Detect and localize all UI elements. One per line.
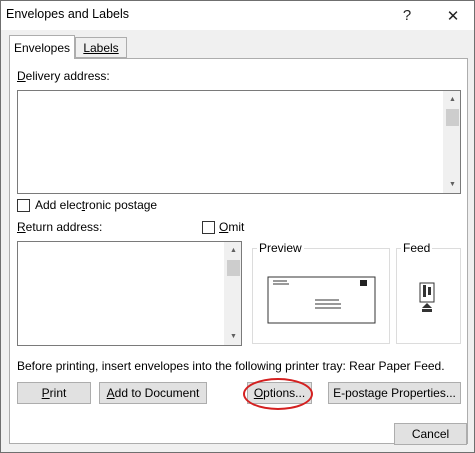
- e-postage-properties-label: E-postage Properties...: [333, 386, 456, 400]
- highlight-ring: [243, 378, 313, 410]
- envelopes-tab-panel: Delivery address: ▲ ▼ Add electronic pos…: [9, 58, 468, 444]
- print-button-label: Print: [41, 386, 67, 400]
- add-to-document-label: Add to Document: [106, 386, 200, 400]
- envelope-preview-icon[interactable]: [267, 276, 377, 326]
- add-electronic-postage-label: Add electronic postage: [35, 198, 158, 212]
- scroll-down-icon[interactable]: ▼: [444, 176, 461, 193]
- help-button[interactable]: ?: [387, 1, 427, 30]
- title-bar: Envelopes and Labels ? ✕: [1, 1, 474, 30]
- feed-group[interactable]: Feed: [396, 241, 461, 344]
- cancel-button[interactable]: Cancel: [394, 423, 467, 445]
- add-to-document-button[interactable]: Add to Document: [99, 382, 207, 404]
- envelopes-and-labels-dialog: Envelopes and Labels ? ✕ Envelopes Label…: [0, 0, 475, 453]
- cancel-button-label: Cancel: [411, 427, 450, 441]
- printer-tray-info: Before printing, insert envelopes into t…: [17, 359, 445, 373]
- scroll-up-icon[interactable]: ▲: [225, 242, 242, 259]
- tab-envelopes[interactable]: Envelopes: [9, 35, 75, 59]
- feed-title: Feed: [401, 241, 433, 255]
- delivery-address-label: Delivery address:: [17, 69, 110, 83]
- add-electronic-postage-checkbox[interactable]: [17, 199, 30, 212]
- help-icon: ?: [402, 7, 412, 24]
- close-button[interactable]: ✕: [433, 1, 473, 30]
- window-title: Envelopes and Labels: [6, 7, 130, 21]
- return-address-field[interactable]: ▲ ▼: [17, 241, 242, 346]
- tab-envelopes-label: Envelopes: [13, 40, 71, 55]
- omit-label: Omit: [219, 220, 245, 234]
- delivery-address-field[interactable]: ▲ ▼: [17, 90, 461, 194]
- print-button[interactable]: Print: [17, 382, 91, 404]
- e-postage-properties-button[interactable]: E-postage Properties...: [328, 382, 461, 404]
- scroll-thumb[interactable]: [446, 109, 459, 126]
- scroll-up-icon[interactable]: ▲: [444, 91, 461, 108]
- feed-tray-icon[interactable]: [417, 282, 439, 314]
- tab-labels-label: Labels: [83, 40, 119, 55]
- preview-group[interactable]: Preview: [252, 241, 390, 344]
- return-scrollbar[interactable]: ▲ ▼: [224, 242, 241, 345]
- tab-labels[interactable]: Labels: [75, 37, 127, 58]
- scroll-down-icon[interactable]: ▼: [225, 328, 242, 345]
- preview-title: Preview: [257, 241, 304, 255]
- delivery-scrollbar[interactable]: ▲ ▼: [443, 91, 460, 193]
- omit-checkbox[interactable]: [202, 221, 215, 234]
- return-address-label: Return address:: [17, 220, 103, 234]
- close-icon: ✕: [446, 7, 460, 25]
- scroll-thumb[interactable]: [227, 260, 240, 276]
